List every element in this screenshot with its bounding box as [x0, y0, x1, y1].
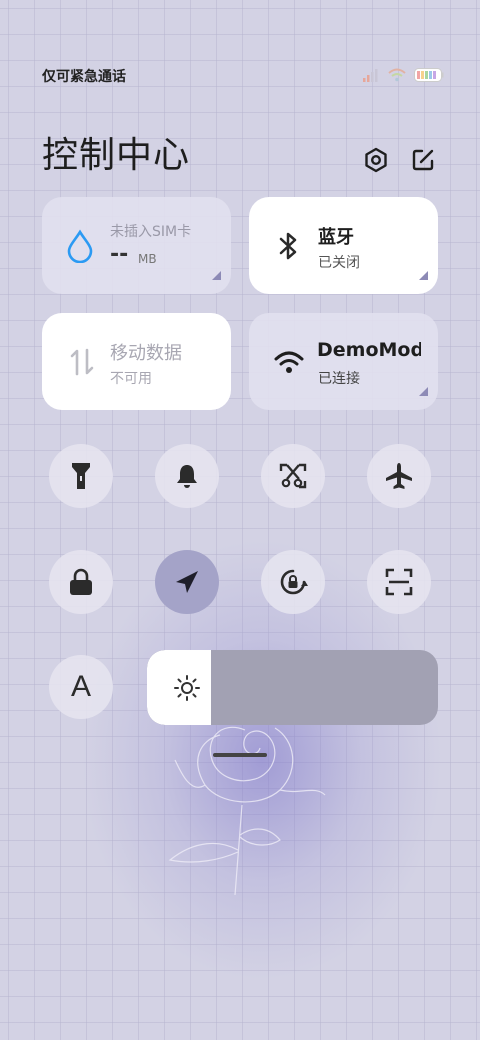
mobile-data-card[interactable]: 移动数据 不可用 [42, 313, 231, 410]
scan-icon [385, 568, 413, 596]
airplane-icon [386, 463, 412, 489]
location-toggle[interactable] [155, 550, 219, 614]
scan-toggle[interactable] [367, 550, 431, 614]
rose-illustration [168, 726, 326, 896]
screenshot-icon [279, 463, 307, 489]
battery-icon [414, 68, 444, 82]
bluetooth-icon [279, 232, 297, 260]
water-drop-icon [67, 229, 93, 263]
mobile-data-status: 不可用 [110, 371, 152, 387]
ring-mode-toggle[interactable] [155, 444, 219, 508]
font-size-button[interactable]: A [49, 655, 113, 719]
sun-icon [174, 675, 200, 701]
status-carrier-text: 仅可紧急通话 [42, 69, 126, 85]
edit-icon [412, 149, 434, 171]
lock-screen-toggle[interactable] [49, 550, 113, 614]
home-indicator [213, 753, 267, 757]
location-icon [176, 571, 198, 593]
screenshot-toggle[interactable] [261, 444, 325, 508]
bell-icon [177, 465, 197, 488]
rotation-lock-toggle[interactable] [261, 550, 325, 614]
signal-icon [363, 69, 378, 82]
data-usage-label: 未插入SIM卡 [110, 224, 192, 240]
expand-corner-icon [419, 271, 428, 280]
airplane-mode-toggle[interactable] [367, 444, 431, 508]
edit-button[interactable] [408, 145, 438, 175]
bluetooth-title: 蓝牙 [318, 227, 354, 248]
bluetooth-card[interactable]: 蓝牙 已关闭 [249, 197, 438, 294]
page-title: 控制中心 [42, 135, 191, 176]
status-icons [362, 68, 444, 82]
wifi-status: 已连接 [318, 371, 360, 387]
data-usage-unit: MB [138, 252, 157, 266]
wifi-icon [388, 68, 406, 82]
settings-button[interactable] [361, 145, 391, 175]
flashlight-toggle[interactable] [49, 444, 113, 508]
data-usage-value: -- [110, 242, 129, 267]
settings-icon [365, 147, 387, 173]
expand-corner-icon [212, 271, 221, 280]
wifi-card[interactable]: DemoMod 已连接 [249, 313, 438, 410]
expand-corner-icon [419, 387, 428, 396]
flashlight-icon [72, 463, 90, 489]
lock-icon [70, 568, 92, 595]
bluetooth-status: 已关闭 [318, 255, 360, 271]
font-size-label: A [70, 670, 91, 703]
data-usage-card[interactable]: 未插入SIM卡 -- MB [42, 197, 231, 294]
wifi-network-name: DemoMod [317, 339, 421, 361]
data-arrows-icon [70, 348, 94, 376]
mobile-data-title: 移动数据 [110, 343, 182, 364]
wifi-icon [274, 351, 304, 373]
rotation-lock-icon [280, 569, 308, 595]
